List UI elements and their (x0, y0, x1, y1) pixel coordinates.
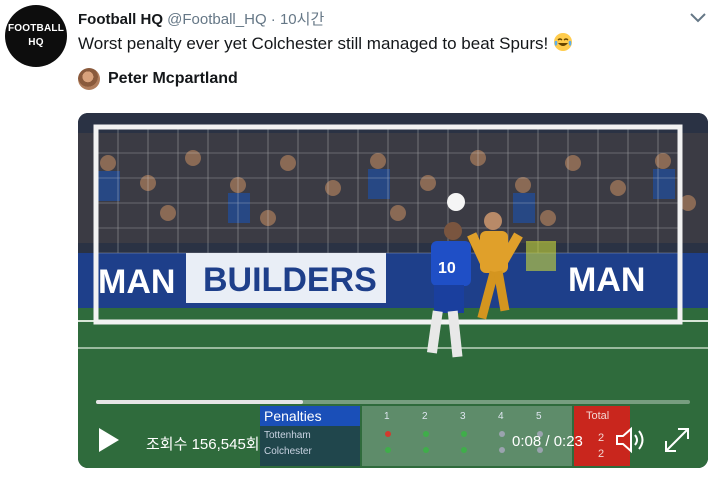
round-number: 4 (498, 411, 504, 422)
team-name: Tottenham (264, 430, 311, 441)
video-player[interactable]: MAN BUILDERS MAN 10 조회수 156,545회 Penalti… (78, 113, 708, 468)
avatar-text-line1: FOOTBALL (7, 23, 65, 34)
penalty-result-goal (423, 447, 429, 453)
play-icon[interactable] (96, 425, 122, 455)
fullscreen-icon[interactable] (662, 425, 692, 455)
tweet-header: Football HQ @Football_HQ · 10시간 (78, 8, 324, 29)
player-number: 10 (438, 260, 456, 277)
round-number: 2 (422, 411, 428, 422)
video-time: 0:08 / 0:23 (512, 433, 583, 450)
penalty-result-goal (461, 431, 467, 437)
crowd (78, 133, 708, 243)
tagged-user-avatar (78, 68, 100, 90)
tweet-text: Worst penalty ever yet Colchester still … (78, 32, 573, 54)
chevron-down-icon[interactable] (688, 10, 708, 26)
round-number: 3 (460, 411, 466, 422)
board-text: BUILDERS (203, 261, 377, 299)
board-text-right: MAN (568, 261, 645, 299)
round-number: 1 (384, 411, 390, 422)
total-value: 2 (598, 448, 605, 460)
video-progress-fill (96, 400, 303, 404)
team-name: Colchester (264, 446, 312, 457)
penalty-result-goal (423, 431, 429, 437)
round-number: 5 (536, 411, 542, 422)
tweet-text-body: Worst penalty ever yet Colchester still … (78, 34, 549, 53)
video-progress-bar[interactable] (96, 400, 690, 404)
tweet-time[interactable]: 10시간 (280, 11, 324, 28)
penalty-result-goal (461, 447, 467, 453)
face-with-tears-of-joy-icon (553, 33, 572, 51)
header-separator: · (270, 11, 276, 28)
author-avatar[interactable]: FOOTBALL HQ (5, 5, 67, 67)
scoreboard-title: Penalties (260, 406, 360, 426)
penalty-result-pending (499, 447, 505, 453)
author-name[interactable]: Football HQ (78, 11, 163, 28)
tagged-user-name: Peter Mcpartland (108, 70, 238, 87)
view-count: 조회수 156,545회 (146, 436, 260, 453)
penalty-result-miss (385, 431, 391, 437)
penalty-result-goal (385, 447, 391, 453)
football (447, 193, 465, 211)
volume-icon[interactable] (614, 425, 648, 455)
tagged-user[interactable]: Peter Mcpartland (78, 68, 238, 90)
penalty-result-pending (499, 431, 505, 437)
board-text-left: MAN (98, 263, 175, 301)
total-value: 2 (598, 432, 605, 444)
author-handle[interactable]: @Football_HQ (167, 11, 266, 28)
scoreboard-teams: Tottenham Colchester (260, 426, 360, 466)
total-label: Total (586, 410, 610, 422)
avatar-text-line2: HQ (28, 37, 44, 48)
